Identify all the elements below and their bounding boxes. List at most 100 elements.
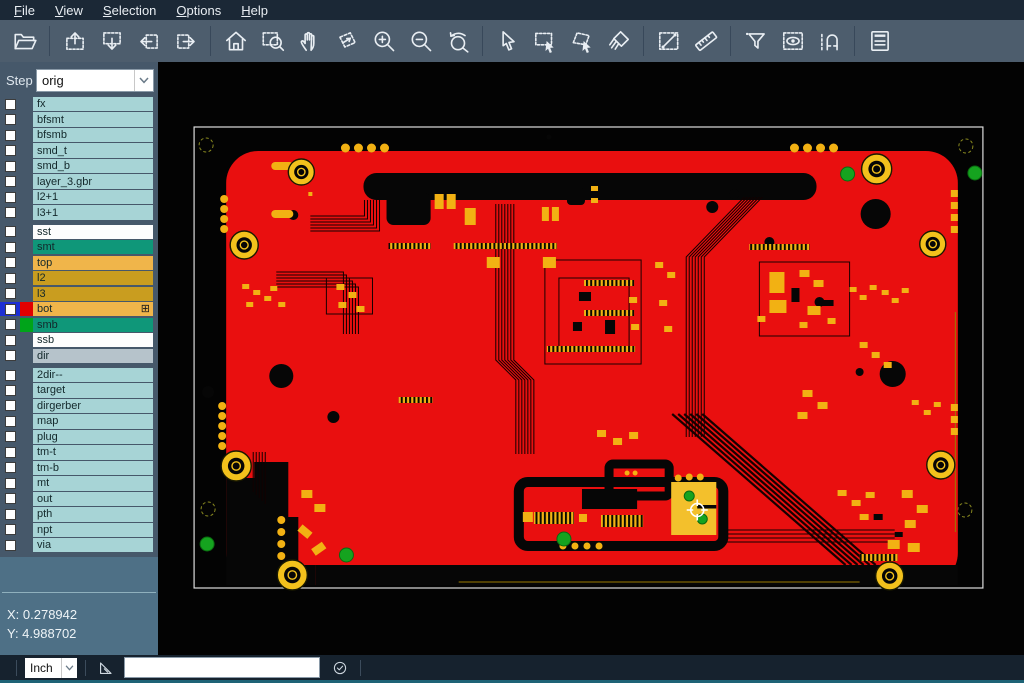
layer-color-swatch[interactable] — [20, 430, 33, 444]
home-icon[interactable] — [217, 23, 254, 59]
layer-checkbox-dirgerber[interactable] — [0, 399, 20, 413]
layer-row-smb[interactable]: smb — [0, 318, 158, 332]
layer-color-swatch[interactable] — [20, 271, 33, 285]
layer-color-swatch[interactable] — [20, 287, 33, 301]
layer-row-pth[interactable]: pth — [0, 507, 158, 521]
layer-checkbox-l2[interactable] — [0, 271, 20, 285]
layer-color-swatch[interactable] — [20, 159, 33, 173]
layer-color-swatch[interactable] — [20, 225, 33, 239]
layer-row-l2+1[interactable]: l2+1 — [0, 190, 158, 204]
layer-color-swatch[interactable] — [20, 97, 33, 111]
layer-row-tm-t[interactable]: tm-t — [0, 445, 158, 459]
layer-checkbox-l3+1[interactable] — [0, 205, 20, 219]
layer-color-swatch[interactable] — [20, 240, 33, 254]
layer-row-npt[interactable]: npt — [0, 523, 158, 537]
zoom-in-icon[interactable] — [365, 23, 402, 59]
select-rectangle-icon[interactable] — [526, 23, 563, 59]
layer-row-dirgerber[interactable]: dirgerber — [0, 399, 158, 413]
menu-options[interactable]: Options — [166, 2, 231, 19]
layer-row-smd_b[interactable]: smd_b — [0, 159, 158, 173]
layer-color-swatch[interactable] — [20, 190, 33, 204]
menu-file[interactable]: File — [4, 2, 45, 19]
layer-checkbox-smd_b[interactable] — [0, 159, 20, 173]
layer-row-bfsmb[interactable]: bfsmb — [0, 128, 158, 142]
brush-icon[interactable] — [600, 23, 637, 59]
layer-checkbox-ssb[interactable] — [0, 333, 20, 347]
layer-color-swatch[interactable] — [20, 492, 33, 506]
layer-checkbox-plug[interactable] — [0, 430, 20, 444]
open-project-icon[interactable] — [6, 23, 43, 59]
layer-row-smt[interactable]: smt — [0, 240, 158, 254]
pan-down-icon[interactable] — [93, 23, 130, 59]
layer-color-swatch[interactable] — [20, 414, 33, 428]
layer-color-swatch[interactable] — [20, 302, 33, 316]
pcb-canvas[interactable] — [158, 62, 1024, 655]
layer-row-via[interactable]: via — [0, 538, 158, 552]
layer-row-l3+1[interactable]: l3+1 — [0, 205, 158, 219]
layer-checkbox-tm-b[interactable] — [0, 461, 20, 475]
filter-funnel-icon[interactable] — [737, 23, 774, 59]
layer-color-swatch[interactable] — [20, 538, 33, 552]
menu-view[interactable]: View — [45, 2, 93, 19]
layer-row-dir[interactable]: dir — [0, 349, 158, 363]
layer-row-sst[interactable]: sst — [0, 225, 158, 239]
layer-checkbox-tm-t[interactable] — [0, 445, 20, 459]
layer-checkbox-dir[interactable] — [0, 349, 20, 363]
layer-checkbox-smt[interactable] — [0, 240, 20, 254]
report-panel-icon[interactable] — [861, 23, 898, 59]
layer-row-2dir--[interactable]: 2dir-- — [0, 368, 158, 382]
step-select[interactable]: orig — [36, 69, 154, 92]
layer-row-plug[interactable]: plug — [0, 430, 158, 444]
layer-color-swatch[interactable] — [20, 256, 33, 270]
corner-origin-icon[interactable] — [94, 656, 118, 680]
layer-row-l2[interactable]: l2 — [0, 271, 158, 285]
layer-color-swatch[interactable] — [20, 399, 33, 413]
menu-selection[interactable]: Selection — [93, 2, 166, 19]
layer-row-map[interactable]: map — [0, 414, 158, 428]
unit-select[interactable]: Inch — [25, 658, 77, 678]
layer-row-tm-b[interactable]: tm-b — [0, 461, 158, 475]
layer-row-out[interactable]: out — [0, 492, 158, 506]
menu-help[interactable]: Help — [231, 2, 278, 19]
ruler-icon[interactable] — [687, 23, 724, 59]
layer-row-smd_t[interactable]: smd_t — [0, 143, 158, 157]
layer-checkbox-l3[interactable] — [0, 287, 20, 301]
layer-color-swatch[interactable] — [20, 507, 33, 521]
layer-checkbox-layer_3.gbr[interactable] — [0, 174, 20, 188]
layer-checkbox-map[interactable] — [0, 414, 20, 428]
chevron-down-icon[interactable] — [61, 658, 77, 678]
layer-color-swatch[interactable] — [20, 461, 33, 475]
layer-color-swatch[interactable] — [20, 445, 33, 459]
layer-color-swatch[interactable] — [20, 318, 33, 332]
layer-checkbox-bot[interactable] — [0, 302, 20, 316]
select-polygon-icon[interactable] — [563, 23, 600, 59]
layer-color-swatch[interactable] — [20, 128, 33, 142]
zoom-previous-icon[interactable] — [439, 23, 476, 59]
layer-row-layer_3.gbr[interactable]: layer_3.gbr — [0, 174, 158, 188]
hand-pan-icon[interactable] — [291, 23, 328, 59]
layer-checkbox-bfsmb[interactable] — [0, 128, 20, 142]
zoom-out-icon[interactable] — [402, 23, 439, 59]
sync-check-icon[interactable] — [328, 656, 352, 680]
layer-row-ssb[interactable]: ssb — [0, 333, 158, 347]
layer-color-swatch[interactable] — [20, 333, 33, 347]
layer-checkbox-sst[interactable] — [0, 225, 20, 239]
pan-up-icon[interactable] — [56, 23, 93, 59]
layer-row-fx[interactable]: fx — [0, 97, 158, 111]
layer-color-swatch[interactable] — [20, 368, 33, 382]
snap-magnet-icon[interactable] — [811, 23, 848, 59]
layer-color-swatch[interactable] — [20, 476, 33, 490]
layer-checkbox-2dir--[interactable] — [0, 368, 20, 382]
select-cursor-icon[interactable] — [489, 23, 526, 59]
layer-checkbox-target[interactable] — [0, 383, 20, 397]
layer-checkbox-mt[interactable] — [0, 476, 20, 490]
pan-left-icon[interactable] — [130, 23, 167, 59]
layer-checkbox-smb[interactable] — [0, 318, 20, 332]
layer-row-l3[interactable]: l3 — [0, 287, 158, 301]
layer-row-mt[interactable]: mt — [0, 476, 158, 490]
zoom-dynamic-icon[interactable] — [328, 23, 365, 59]
command-input[interactable] — [124, 657, 320, 678]
layer-checkbox-pth[interactable] — [0, 507, 20, 521]
layer-color-swatch[interactable] — [20, 349, 33, 363]
layer-color-swatch[interactable] — [20, 174, 33, 188]
